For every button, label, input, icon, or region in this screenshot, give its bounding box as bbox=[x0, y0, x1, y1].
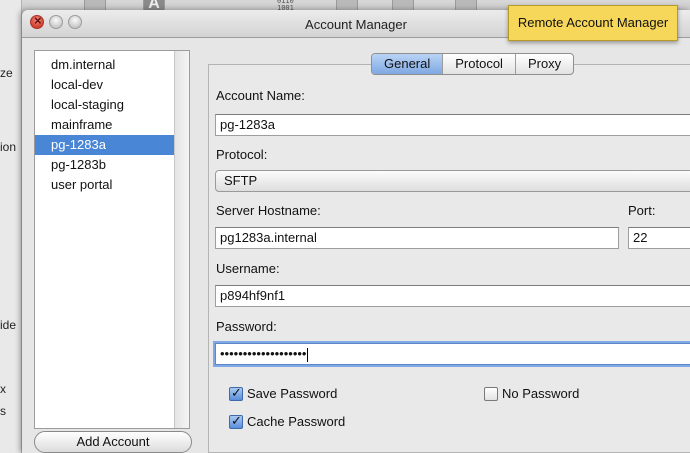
hostname-label: Server Hostname: bbox=[216, 203, 321, 218]
account-list-item[interactable]: pg-1283b bbox=[35, 155, 175, 175]
account-list-item[interactable]: dm.internal bbox=[35, 55, 175, 75]
account-name-label: Account Name: bbox=[216, 88, 305, 103]
no-password-label: No Password bbox=[502, 386, 580, 401]
no-password-option[interactable]: No Password bbox=[484, 386, 579, 401]
port-field[interactable]: 22 bbox=[628, 227, 690, 249]
password-field[interactable]: ••••••••••••••••••• bbox=[215, 343, 690, 365]
port-label: Port: bbox=[628, 203, 656, 218]
tab-protocol[interactable]: Protocol bbox=[443, 54, 516, 74]
account-list-item[interactable]: user portal bbox=[35, 175, 175, 195]
background-text-fragment: ide bbox=[0, 318, 17, 332]
hostname-field[interactable]: pg1283a.internal bbox=[215, 227, 619, 249]
tab-proxy[interactable]: Proxy bbox=[516, 54, 573, 74]
cache-password-option[interactable]: Cache Password bbox=[229, 413, 346, 429]
save-password-label: Save Password bbox=[247, 386, 338, 401]
account-list-item[interactable]: mainframe bbox=[35, 115, 175, 135]
username-field[interactable]: p894hf9nf1 bbox=[215, 285, 690, 307]
account-list-item[interactable]: local-dev bbox=[35, 75, 175, 95]
account-list-item[interactable]: local-staging bbox=[35, 95, 175, 115]
remote-account-manager-tooltip: Remote Account Manager bbox=[508, 5, 678, 41]
cache-password-label: Cache Password bbox=[247, 414, 346, 429]
account-list-item-selected[interactable]: pg-1283a bbox=[35, 135, 175, 155]
account-list[interactable]: dm.internal local-dev local-staging main… bbox=[34, 50, 190, 429]
background-text-fragment: s bbox=[0, 404, 6, 418]
add-account-button[interactable]: Add Account bbox=[34, 431, 192, 453]
no-password-checkbox[interactable] bbox=[484, 386, 498, 401]
account-manager-window: Account Manager dm.internal local-dev lo… bbox=[22, 10, 690, 453]
cache-password-checkbox[interactable] bbox=[229, 413, 243, 429]
text-caret bbox=[307, 347, 309, 362]
background-text-fragment: x bbox=[0, 382, 6, 396]
background-text-fragment: ze bbox=[0, 66, 13, 80]
password-masked-value: ••••••••••••••••••• bbox=[220, 346, 307, 361]
username-label: Username: bbox=[216, 261, 280, 276]
protocol-label: Protocol: bbox=[216, 147, 268, 162]
background-text-fragment: ion bbox=[0, 140, 17, 154]
save-password-option[interactable]: Save Password bbox=[229, 385, 338, 401]
account-list-scrollbar[interactable] bbox=[174, 51, 189, 428]
protocol-select[interactable]: SFTP bbox=[215, 170, 690, 192]
password-label: Password: bbox=[216, 319, 277, 334]
settings-tabs: General Protocol Proxy bbox=[371, 53, 575, 75]
background-app: ze ion ide x s bbox=[0, 0, 22, 453]
tab-general[interactable]: General bbox=[372, 54, 444, 74]
save-password-checkbox[interactable] bbox=[229, 385, 243, 401]
account-name-field[interactable]: pg-1283a bbox=[215, 114, 690, 136]
